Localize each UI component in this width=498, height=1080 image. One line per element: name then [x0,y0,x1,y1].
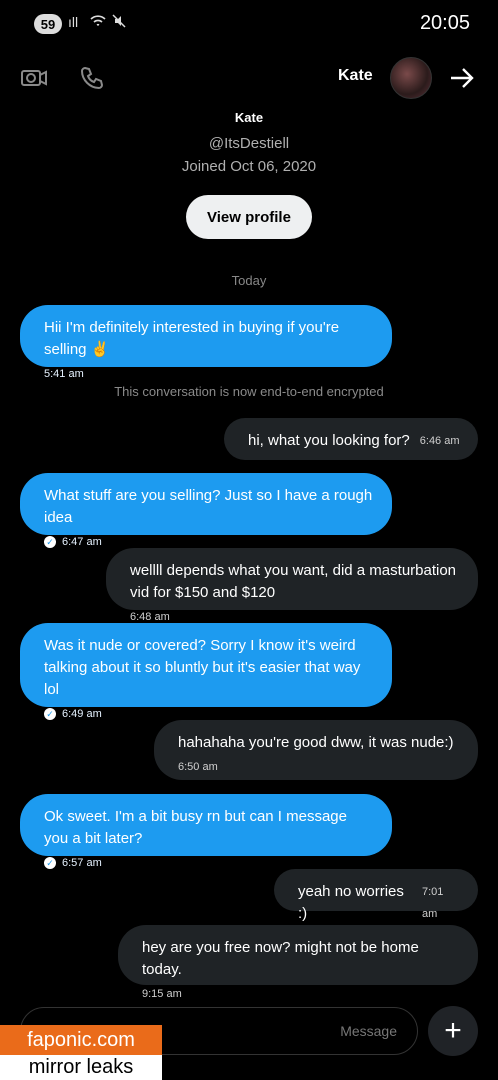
message-text: hahahaha you're good dww, it was nude:) [178,734,454,751]
profile-joined-date: Joined Oct 06, 2020 [181,158,317,175]
message-text: Ok sweet. I'm a bit busy rn but can I me… [44,808,347,847]
message-meta: 9:15 am [142,983,460,1005]
message-text: hey are you free now? might not be home … [142,939,419,978]
plus-icon: + [444,1014,462,1047]
message-input-placeholder: Message [340,1023,397,1039]
avatar[interactable] [390,57,432,99]
phone-call-icon[interactable] [76,62,108,94]
contact-name[interactable]: Kate [338,67,373,85]
profile-summary: Kate @ItsDestiell Joined Oct 06, 2020 [0,108,498,175]
wifi-icon [90,14,106,31]
battery-indicator: 59 [34,14,62,34]
message-text: hi, what you looking for? [248,432,410,449]
encryption-notice: This conversation is now end-to-end encr… [114,384,384,399]
video-call-icon[interactable] [18,62,50,94]
profile-name: Kate [234,110,264,125]
message-bubble-outgoing[interactable]: Was it nude or covered? Sorry I know it'… [20,623,392,720]
signal-icon: ıll [68,14,79,30]
message-time: 7:01 am [422,886,444,920]
message-time: 6:50 am [178,761,218,773]
profile-handle: @ItsDestiell [208,135,290,152]
message-bubble-incoming[interactable]: wellll depends what you want, did a mast… [106,548,478,623]
back-arrow-icon[interactable] [446,62,478,94]
conversation-header: Kate [0,52,498,104]
message-text: wellll depends what you want, did a mast… [130,562,457,601]
message-bubble-outgoing[interactable]: What stuff are you selling? Just so I ha… [20,473,392,548]
clock: 20:05 [419,12,470,34]
message-time: 6:46 am [419,435,460,447]
message-bubble-incoming[interactable]: hi, what you looking for? 6:46 am [224,418,478,460]
message-meta: 6:50 am [178,756,460,778]
day-separator: Today [231,273,267,288]
message-text: yeah no worries :) [298,883,404,922]
read-receipt-icon: ✓ [44,536,56,548]
view-profile-button[interactable]: View profile [186,195,312,239]
message-bubble-incoming[interactable]: yeah no worries :) 7:01 am [274,869,478,922]
status-bar: 59 ıll 20:05 [0,0,498,48]
message-bubble-outgoing[interactable]: Hii I'm definitely interested in buying … [20,305,392,380]
watermark-line-2: mirror leaks [0,1055,162,1080]
message-time: 9:15 am [142,988,182,1000]
mute-icon [112,14,126,31]
message-time: 6:47 am [62,536,102,548]
message-text: Was it nude or covered? Sorry I know it'… [44,637,361,698]
read-receipt-icon: ✓ [44,708,56,720]
message-time: 6:57 am [62,857,102,869]
read-receipt-icon: ✓ [44,857,56,869]
add-attachment-button[interactable]: + [428,1006,478,1056]
message-bubble-incoming[interactable]: hey are you free now? might not be home … [118,925,478,1000]
message-bubble-incoming[interactable]: hahahaha you're good dww, it was nude:) … [154,720,478,780]
message-time: 6:49 am [62,708,102,720]
message-text: Hii I'm definitely interested in buying … [44,319,340,358]
message-bubble-outgoing[interactable]: Ok sweet. I'm a bit busy rn but can I me… [20,794,392,869]
watermark-line-1: faponic.com [0,1025,162,1055]
message-time: 5:41 am [44,368,84,380]
message-meta: 5:41 am [44,363,374,385]
message-text: What stuff are you selling? Just so I ha… [44,487,373,526]
